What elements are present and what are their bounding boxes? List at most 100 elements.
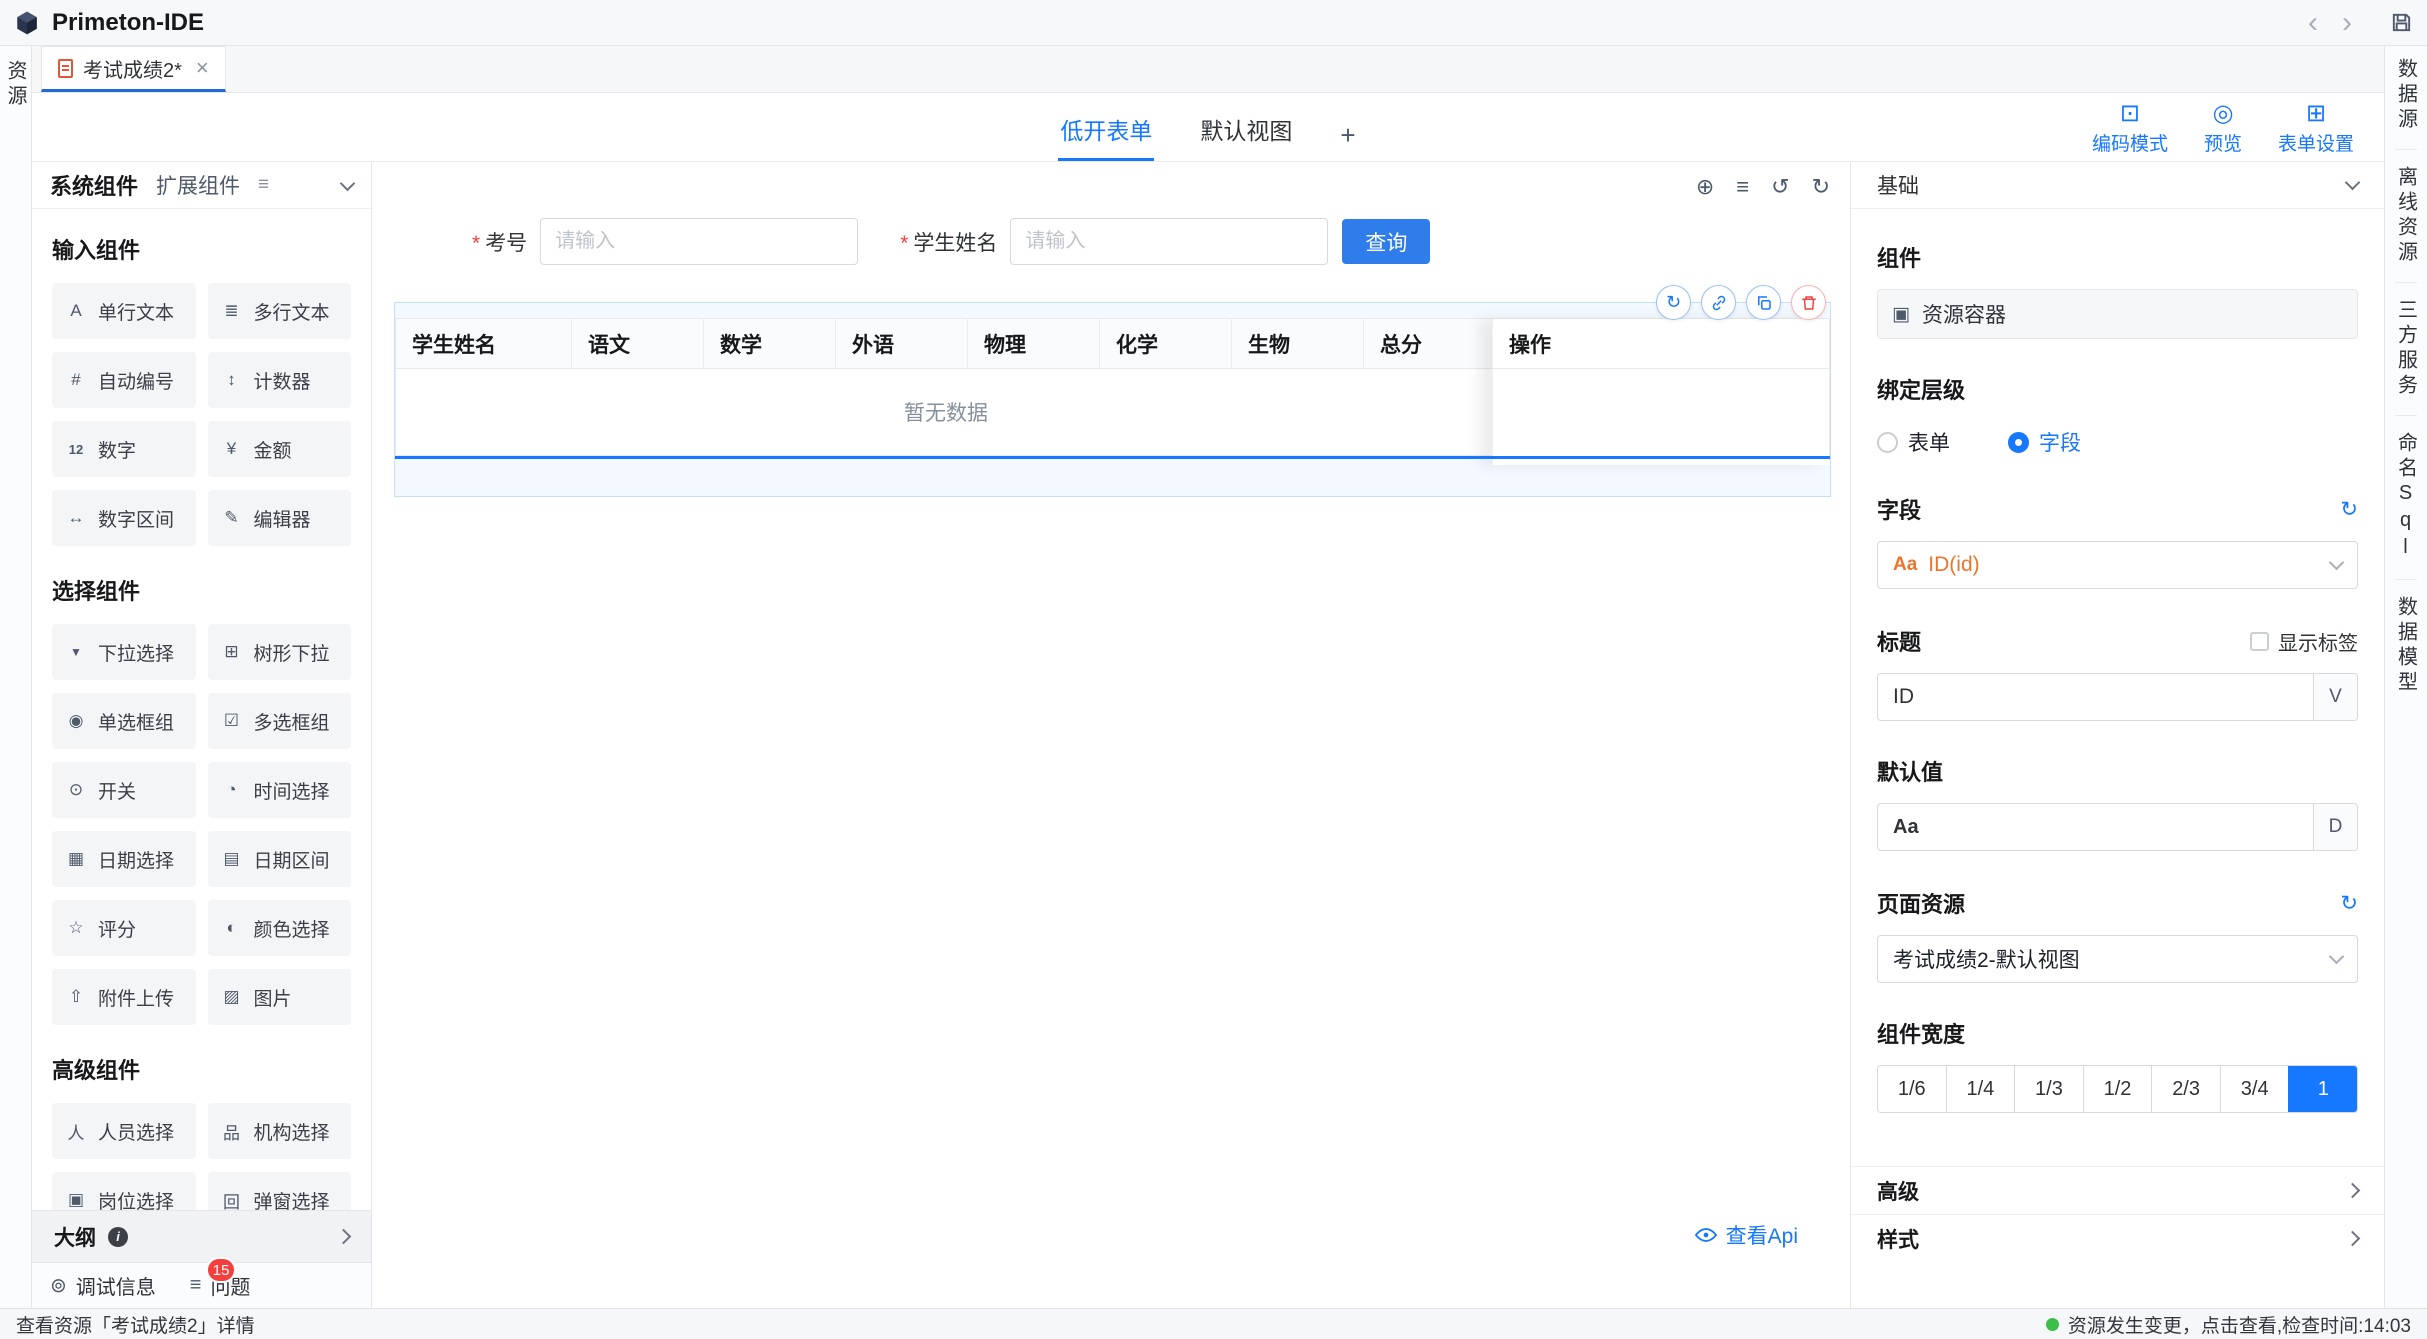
named-sql-panel-toggle[interactable]: 命名Sql [2392, 432, 2421, 563]
datasource-panel-toggle[interactable]: 数据源 [2392, 58, 2421, 133]
third-party-services-panel-toggle[interactable]: 三方服务 [2392, 299, 2421, 399]
problems-button[interactable]: ≡ 问题 15 [190, 1271, 251, 1300]
time-picker-icon: ◔ [220, 780, 244, 800]
palette-group-input: 输入组件 A单行文本 ≣多行文本 #自动编号 ↕计数器 12数字 ¥金额 ↔数字… [52, 233, 351, 546]
inspector-section-advanced[interactable]: 高级 [1851, 1166, 2384, 1214]
palette-item-org-select[interactable]: 品机构选择 [208, 1103, 352, 1159]
palette-item-radio-group[interactable]: ◉单选框组 [52, 693, 196, 749]
radio-field[interactable]: 字段 [2008, 427, 2081, 457]
student-name-input[interactable] [1010, 218, 1328, 265]
resources-panel-toggle[interactable]: 资源 [1, 60, 30, 110]
width-option[interactable]: 3/4 [2220, 1066, 2289, 1112]
preview-button[interactable]: ◎ 预览 [2204, 101, 2242, 156]
palette-item-date-picker[interactable]: ▦日期选择 [52, 831, 196, 887]
nav-forward-icon[interactable]: › [2330, 3, 2364, 43]
view-api-link[interactable]: 查看Api [1695, 1220, 1798, 1250]
link-button[interactable] [1701, 285, 1736, 320]
palette-tab-extension[interactable]: 扩展组件 [156, 170, 240, 200]
copy-button[interactable] [1746, 285, 1781, 320]
default-value-input[interactable]: Aa [1878, 804, 2313, 850]
delete-button[interactable] [1791, 285, 1826, 320]
default-value-button[interactable]: D [2313, 804, 2357, 850]
single-line-text-icon: A [64, 301, 88, 321]
student-name-label: *学生姓名 [900, 227, 997, 257]
tab-close-icon[interactable]: × [196, 55, 209, 81]
radio-form[interactable]: 表单 [1877, 427, 1950, 457]
link-icon [1710, 294, 1728, 312]
palette-item-number[interactable]: 12数字 [52, 421, 196, 477]
width-option-selected[interactable]: 1 [2288, 1066, 2357, 1112]
inspector-section-basic[interactable]: 基础 [1851, 162, 2384, 209]
palette-item-multi-line-text[interactable]: ≣多行文本 [208, 283, 352, 339]
debug-info-button[interactable]: ⊚ 调试信息 [50, 1271, 156, 1300]
title-input[interactable]: ID [1878, 674, 2313, 720]
undo-icon[interactable]: ↺ [1771, 174, 1789, 200]
page-resource-value: 考试成绩2-默认视图 [1893, 944, 2080, 974]
outline-tree-icon[interactable]: ≡ [1736, 174, 1749, 200]
nav-back-icon[interactable]: ‹ [2296, 3, 2330, 43]
data-model-panel-toggle[interactable]: 数据模型 [2392, 596, 2421, 696]
field-refresh-icon[interactable]: ↻ [2340, 497, 2358, 522]
outline-toggle[interactable]: 大纲 i [32, 1210, 371, 1262]
palette-item-position-select[interactable]: ▣岗位选择 [52, 1172, 196, 1210]
palette-item-number-range[interactable]: ↔数字区间 [52, 490, 196, 546]
palette-item-image[interactable]: ▨图片 [208, 969, 352, 1025]
status-bar: 查看资源「考试成绩2」详情 资源发生变更，点击查看,检查时间:14:03 [0, 1308, 2427, 1339]
palette-item-auto-number[interactable]: #自动编号 [52, 352, 196, 408]
title-variable-button[interactable]: V [2313, 674, 2357, 720]
inspector-section-style[interactable]: 样式 [1851, 1214, 2384, 1262]
show-label-checkbox[interactable]: 显示标签 [2250, 627, 2358, 656]
palette-item-switch[interactable]: ⊙开关 [52, 762, 196, 818]
width-option[interactable]: 1/2 [2083, 1066, 2152, 1112]
width-option[interactable]: 1/4 [1946, 1066, 2015, 1112]
palette-menu-icon[interactable]: ≡ [258, 174, 269, 196]
palette-tab-system[interactable]: 系统组件 [50, 169, 138, 201]
offline-resources-panel-toggle[interactable]: 离线资源 [2392, 166, 2421, 266]
field-select[interactable]: Aa ID(id) [1877, 541, 2358, 589]
canvas-header-icons: ⊕ ≡ ↺ ↻ [1696, 174, 1830, 200]
component-value-box: ▣ 资源容器 [1877, 289, 2358, 339]
palette-group-title: 高级组件 [52, 1053, 351, 1085]
add-view-button[interactable]: + [1338, 110, 1357, 161]
palette-item-person-select[interactable]: 人人员选择 [52, 1103, 196, 1159]
palette-item-rating[interactable]: ☆评分 [52, 900, 196, 956]
palette-item-attachment-upload[interactable]: ⇧附件上传 [52, 969, 196, 1025]
palette-item-editor[interactable]: ✎编辑器 [208, 490, 352, 546]
selected-resource-container[interactable]: ↻ 学生姓名 语文 [394, 302, 1831, 497]
save-icon[interactable] [2390, 11, 2413, 34]
design-canvas[interactable]: ⊕ ≡ ↺ ↻ *考号 *学生姓名 查询 ↻ [372, 162, 1850, 1308]
palette-item-single-line-text[interactable]: A单行文本 [52, 283, 196, 339]
exam-no-input[interactable] [540, 218, 858, 265]
status-right-text[interactable]: 资源发生变更，点击查看,检查时间:14:03 [2068, 1311, 2411, 1338]
palette-item-color-picker[interactable]: ◐颜色选择 [208, 900, 352, 956]
refresh-button[interactable]: ↻ [1656, 285, 1691, 320]
palette-item-modal-select[interactable]: 回弹窗选择 [208, 1172, 352, 1210]
palette-item-checkbox-group[interactable]: ☑多选框组 [208, 693, 352, 749]
code-mode-button[interactable]: ⊡ 编码模式 [2092, 101, 2168, 156]
view-tab-default-view[interactable]: 默认视图 [1198, 98, 1294, 161]
table-column-header: 数学 [704, 319, 836, 368]
globe-icon[interactable]: ⊕ [1696, 174, 1714, 200]
problems-icon: ≡ [190, 1274, 202, 1297]
palette-item-date-range[interactable]: ▤日期区间 [208, 831, 352, 887]
redo-icon[interactable]: ↻ [1812, 174, 1830, 200]
palette-item-time-picker[interactable]: ◔时间选择 [208, 762, 352, 818]
page-resource-select[interactable]: 考试成绩2-默认视图 [1877, 935, 2358, 983]
view-tab-low-code-form[interactable]: 低开表单 [1058, 98, 1154, 161]
palette-item-dropdown-select[interactable]: ▼下拉选择 [52, 624, 196, 680]
search-button[interactable]: 查询 [1342, 219, 1430, 264]
page-resource-refresh-icon[interactable]: ↻ [2340, 891, 2358, 916]
palette-collapse-button[interactable] [342, 176, 353, 194]
date-picker-icon: ▦ [64, 849, 88, 869]
page-resource-label: 页面资源 [1877, 887, 1965, 919]
width-option[interactable]: 1/6 [1878, 1066, 1946, 1112]
width-option[interactable]: 2/3 [2151, 1066, 2220, 1112]
form-settings-button[interactable]: ⊞ 表单设置 [2278, 101, 2354, 156]
palette-item-currency[interactable]: ¥金额 [208, 421, 352, 477]
editor-tab-exam-score[interactable]: 考试成绩2* × [41, 46, 226, 92]
palette-item-tree-select[interactable]: ⊞树形下拉 [208, 624, 352, 680]
table-column-header: 物理 [968, 319, 1100, 368]
width-option[interactable]: 1/3 [2014, 1066, 2083, 1112]
result-table[interactable]: 学生姓名 语文 数学 外语 物理 化学 生物 总分 暂无数据 操作 [395, 318, 1830, 456]
palette-item-counter[interactable]: ↕计数器 [208, 352, 352, 408]
